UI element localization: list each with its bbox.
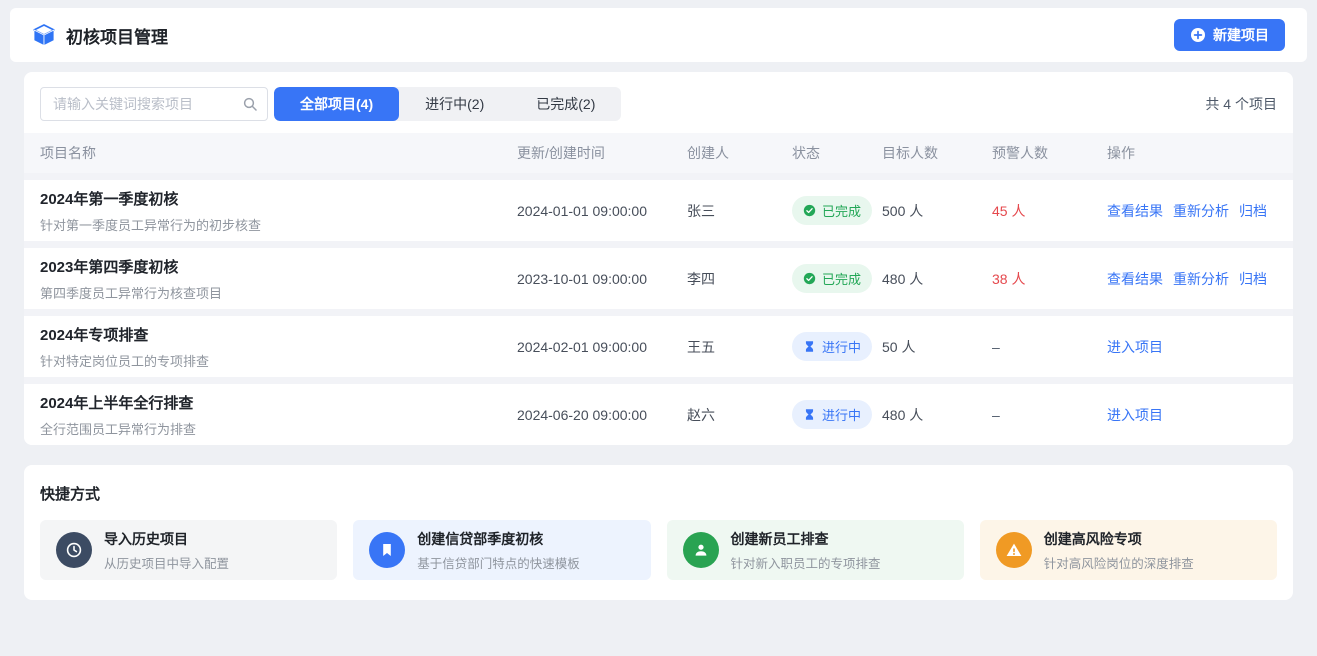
- action-archive[interactable]: 归档: [1239, 201, 1267, 221]
- status-badge: 进行中: [792, 400, 872, 429]
- col-status: 状态: [792, 143, 882, 163]
- project-count: 共 4 个项目: [1205, 94, 1277, 114]
- action-view-results[interactable]: 查看结果: [1107, 269, 1163, 289]
- action-reanalyze[interactable]: 重新分析: [1173, 201, 1229, 221]
- project-list-card: 全部项目(4) 进行中(2) 已完成(2) 共 4 个项目 项目名称 更新/创建…: [24, 72, 1293, 445]
- hourglass-icon: [803, 408, 816, 421]
- clock-icon: [56, 532, 92, 568]
- new-project-label: 新建项目: [1213, 25, 1269, 45]
- project-time: 2024-01-01 09:00:00: [517, 203, 687, 219]
- project-creator: 赵六: [687, 405, 792, 425]
- project-name: 2024年专项排查: [40, 324, 517, 345]
- shortcut-desc: 针对高风险岗位的深度排查: [1044, 553, 1194, 572]
- shortcut-new-employee[interactable]: 创建新员工排查 针对新入职员工的专项排查: [667, 520, 964, 580]
- status-label: 已完成: [822, 269, 861, 288]
- shortcut-desc: 从历史项目中导入配置: [104, 553, 229, 572]
- project-time: 2024-02-01 09:00:00: [517, 339, 687, 355]
- search-input[interactable]: [40, 87, 268, 121]
- project-creator: 王五: [687, 337, 792, 357]
- project-name: 2023年第四季度初核: [40, 256, 517, 277]
- shortcut-title: 导入历史项目: [104, 529, 229, 549]
- status-label: 进行中: [822, 405, 861, 424]
- status-badge: 已完成: [792, 196, 872, 225]
- shortcut-title: 创建信贷部季度初核: [417, 529, 580, 549]
- warning-count: –: [992, 407, 1107, 423]
- status-label: 进行中: [822, 337, 861, 356]
- search-box: [40, 87, 268, 121]
- warning-count: 38 人: [992, 269, 1107, 289]
- new-project-button[interactable]: 新建项目: [1174, 19, 1285, 51]
- table-header: 项目名称 更新/创建时间 创建人 状态 目标人数 预警人数 操作: [24, 133, 1293, 173]
- target-count: 480 人: [882, 269, 992, 289]
- col-update-time: 更新/创建时间: [517, 143, 687, 163]
- shortcuts-card: 快捷方式 导入历史项目 从历史项目中导入配置 创建信贷部季度初核: [24, 465, 1293, 600]
- shortcut-desc: 针对新入职员工的专项排查: [731, 553, 881, 572]
- toolbar: 全部项目(4) 进行中(2) 已完成(2) 共 4 个项目: [24, 72, 1293, 133]
- shortcut-credit-quarterly[interactable]: 创建信贷部季度初核 基于信贷部门特点的快速模板: [353, 520, 650, 580]
- warning-triangle-icon: [996, 532, 1032, 568]
- col-project-name: 项目名称: [40, 143, 517, 163]
- filter-tabs: 全部项目(4) 进行中(2) 已完成(2): [274, 87, 621, 121]
- project-description: 针对特定岗位员工的专项排查: [40, 351, 517, 370]
- action-reanalyze[interactable]: 重新分析: [1173, 269, 1229, 289]
- person-icon: [683, 532, 719, 568]
- project-creator: 张三: [687, 201, 792, 221]
- shortcut-title: 创建新员工排查: [731, 529, 881, 549]
- project-description: 第四季度员工异常行为核查项目: [40, 283, 517, 302]
- shortcut-title: 创建高风险专项: [1044, 529, 1194, 549]
- action-enter-project[interactable]: 进入项目: [1107, 405, 1163, 425]
- tab-in-progress[interactable]: 进行中(2): [399, 87, 510, 121]
- project-creator: 李四: [687, 269, 792, 289]
- shortcuts-title: 快捷方式: [40, 483, 1277, 504]
- col-creator: 创建人: [687, 143, 792, 163]
- shortcut-import-history[interactable]: 导入历史项目 从历史项目中导入配置: [40, 520, 337, 580]
- page-title: 初核项目管理: [66, 23, 168, 48]
- shortcut-high-risk[interactable]: 创建高风险专项 针对高风险岗位的深度排查: [980, 520, 1277, 580]
- project-description: 全行范围员工异常行为排查: [40, 419, 517, 438]
- col-target-count: 目标人数: [882, 143, 992, 163]
- table-row: 2024年专项排查 针对特定岗位员工的专项排查 2024-02-01 09:00…: [24, 309, 1293, 377]
- bookmark-icon: [369, 532, 405, 568]
- project-time: 2023-10-01 09:00:00: [517, 271, 687, 287]
- action-view-results[interactable]: 查看结果: [1107, 201, 1163, 221]
- plus-circle-icon: [1190, 27, 1206, 43]
- tab-all-projects[interactable]: 全部项目(4): [274, 87, 399, 121]
- cube-icon: [32, 23, 56, 47]
- top-bar: 初核项目管理 新建项目: [10, 8, 1307, 62]
- target-count: 50 人: [882, 337, 992, 357]
- project-name: 2024年第一季度初核: [40, 188, 517, 209]
- table-row: 2024年上半年全行排查 全行范围员工异常行为排查 2024-06-20 09:…: [24, 377, 1293, 445]
- status-label: 已完成: [822, 201, 861, 220]
- tab-completed[interactable]: 已完成(2): [510, 87, 621, 121]
- action-archive[interactable]: 归档: [1239, 269, 1267, 289]
- status-badge: 进行中: [792, 332, 872, 361]
- warning-count: –: [992, 339, 1107, 355]
- shortcut-desc: 基于信贷部门特点的快速模板: [417, 553, 580, 572]
- col-actions: 操作: [1107, 143, 1277, 163]
- status-badge: 已完成: [792, 264, 872, 293]
- table-row: 2023年第四季度初核 第四季度员工异常行为核查项目 2023-10-01 09…: [24, 241, 1293, 309]
- col-warning-count: 预警人数: [992, 143, 1107, 163]
- project-name: 2024年上半年全行排查: [40, 392, 517, 413]
- check-circle-icon: [803, 272, 816, 285]
- check-circle-icon: [803, 204, 816, 217]
- target-count: 500 人: [882, 201, 992, 221]
- search-icon: [242, 96, 258, 112]
- project-time: 2024-06-20 09:00:00: [517, 407, 687, 423]
- hourglass-icon: [803, 340, 816, 353]
- project-description: 针对第一季度员工异常行为的初步核查: [40, 215, 517, 234]
- action-enter-project[interactable]: 进入项目: [1107, 337, 1163, 357]
- warning-count: 45 人: [992, 201, 1107, 221]
- table-row: 2024年第一季度初核 针对第一季度员工异常行为的初步核查 2024-01-01…: [24, 173, 1293, 241]
- target-count: 480 人: [882, 405, 992, 425]
